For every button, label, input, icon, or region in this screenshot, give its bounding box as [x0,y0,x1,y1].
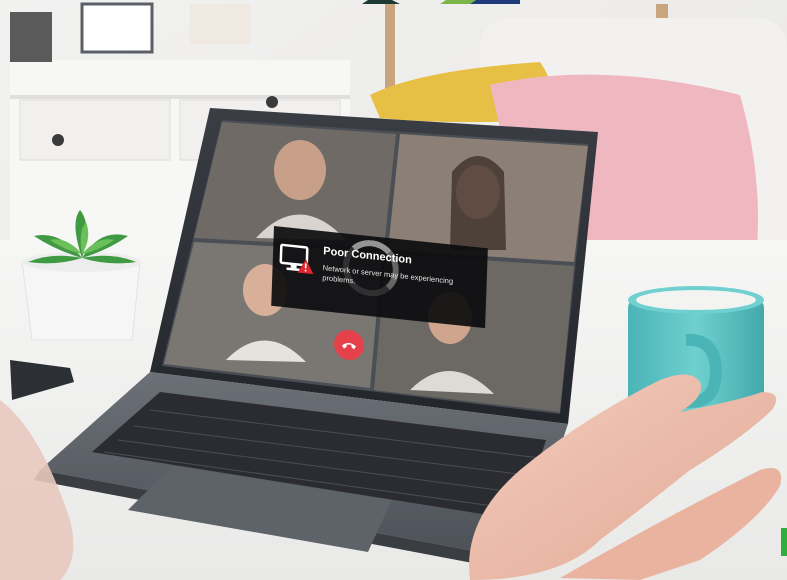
video-call-overlay: Poor Connection Network or server may be… [0,0,787,580]
phone-hangup-icon [342,343,356,350]
end-call-button[interactable] [334,328,364,362]
poor-connection-dialog: Poor Connection Network or server may be… [271,226,488,329]
monitor-warning-icon [279,243,314,275]
